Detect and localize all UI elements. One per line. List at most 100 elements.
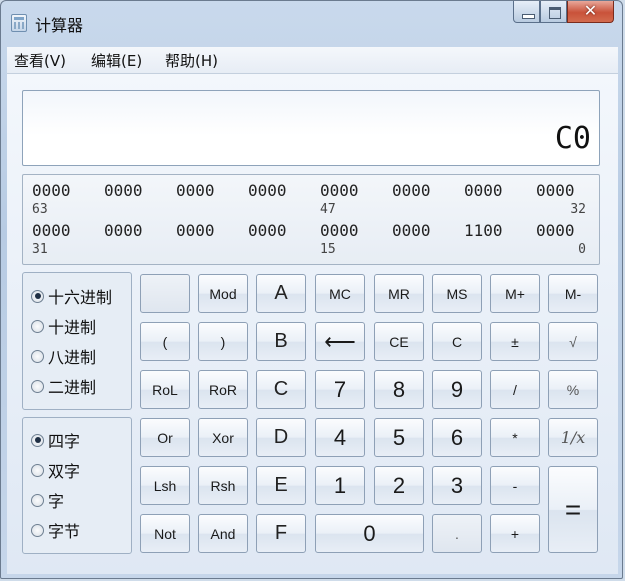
close-button[interactable]: ✕ <box>567 1 614 23</box>
or-button[interactable]: Or <box>140 418 190 457</box>
radio-oct[interactable]: 八进制 <box>31 344 96 368</box>
window-title: 计算器 <box>35 16 84 35</box>
add-button[interactable]: + <box>490 514 540 553</box>
bit-index: 0 <box>578 242 586 257</box>
radio-button[interactable] <box>31 319 44 333</box>
bit-nibble: 0000 <box>248 221 287 240</box>
minimize-icon <box>522 14 535 19</box>
close-icon: ✕ <box>583 1 598 20</box>
radio-hex[interactable]: 十六进制 <box>31 284 112 308</box>
backspace-button[interactable]: ⟵ <box>315 322 365 361</box>
radio-dword[interactable]: 双字 <box>31 458 80 482</box>
clear-button[interactable]: C <box>432 322 482 361</box>
equals-button[interactable]: = <box>548 466 598 553</box>
radio-label: 十进制 <box>48 318 97 337</box>
mod-button[interactable]: Mod <box>198 274 248 313</box>
radio-label: 四字 <box>48 432 81 451</box>
radio-button[interactable] <box>31 379 44 393</box>
digit-1-button[interactable]: 1 <box>315 466 365 505</box>
memory-store-button[interactable]: MS <box>432 274 482 313</box>
menu-bar: 查看(V) 编辑(E) 帮助(H) <box>7 47 618 74</box>
bit-nibble: 0000 <box>536 181 575 200</box>
right-paren-button[interactable]: ) <box>198 322 248 361</box>
radio-label: 十六进制 <box>48 288 113 307</box>
calculator-window: 计算器 ✕ 查看(V) 编辑(E) 帮助(H) C0 0000 0000 000… <box>0 0 623 579</box>
memory-recall-button[interactable]: MR <box>374 274 424 313</box>
radio-button[interactable] <box>31 493 44 507</box>
not-button[interactable]: Not <box>140 514 190 553</box>
menu-help[interactable]: 帮助(H) <box>165 50 218 71</box>
digit-8-button[interactable]: 8 <box>374 370 424 409</box>
hex-d-button[interactable]: D <box>256 418 306 457</box>
percent-button[interactable]: % <box>548 370 598 409</box>
radio-label: 字 <box>48 492 65 511</box>
menu-view[interactable]: 查看(V) <box>14 50 66 71</box>
right-shift-button[interactable]: Rsh <box>198 466 248 505</box>
bit-nibble: 0000 <box>392 221 431 240</box>
radio-word[interactable]: 字 <box>31 488 64 512</box>
decimal-button[interactable]: . <box>432 514 482 553</box>
radio-label: 双字 <box>48 462 81 481</box>
calculator-body: C0 0000 0000 0000 0000 0000 0000 0000 00… <box>7 74 618 574</box>
maximize-button[interactable] <box>540 1 567 23</box>
reciprocal-button[interactable]: 1/x <box>548 418 598 457</box>
bit-nibble: 0000 <box>176 221 215 240</box>
rotate-left-button[interactable]: RoL <box>140 370 190 409</box>
bit-nibble: 0000 <box>464 181 503 200</box>
subtract-button[interactable]: - <box>490 466 540 505</box>
radio-button[interactable] <box>31 349 44 363</box>
and-button[interactable]: And <box>198 514 248 553</box>
word-size-group: 四字 双字 字 字节 <box>22 417 132 554</box>
radio-button[interactable] <box>31 433 44 447</box>
radio-byte[interactable]: 字节 <box>31 518 80 542</box>
radio-dec[interactable]: 十进制 <box>31 314 96 338</box>
radio-button[interactable] <box>31 523 44 537</box>
digit-6-button[interactable]: 6 <box>432 418 482 457</box>
digit-0-button[interactable]: 0 <box>315 514 424 553</box>
bit-nibble: 0000 <box>104 221 143 240</box>
memory-clear-button[interactable]: MC <box>315 274 365 313</box>
radio-qword[interactable]: 四字 <box>31 428 80 452</box>
minimize-button[interactable] <box>513 1 540 23</box>
base-mode-group: 十六进制 十进制 八进制 二进制 <box>22 272 132 410</box>
clear-entry-button[interactable]: CE <box>374 322 424 361</box>
calculator-icon <box>11 14 27 32</box>
radio-bin[interactable]: 二进制 <box>31 374 96 398</box>
bit-nibble: 0000 <box>32 181 71 200</box>
sqrt-button[interactable]: √ <box>548 322 598 361</box>
digit-7-button[interactable]: 7 <box>315 370 365 409</box>
multiply-button[interactable]: * <box>490 418 540 457</box>
xor-button[interactable]: Xor <box>198 418 248 457</box>
bit-nibble: 0000 <box>536 221 575 240</box>
digit-4-button[interactable]: 4 <box>315 418 365 457</box>
digit-9-button[interactable]: 9 <box>432 370 482 409</box>
digit-5-button[interactable]: 5 <box>374 418 424 457</box>
memory-subtract-button[interactable]: M- <box>548 274 598 313</box>
menu-edit[interactable]: 编辑(E) <box>91 50 142 71</box>
bit-nibble: 0000 <box>104 181 143 200</box>
left-paren-button[interactable]: ( <box>140 322 190 361</box>
hex-f-button[interactable]: F <box>256 514 306 553</box>
radio-label: 二进制 <box>48 378 97 397</box>
radio-button[interactable] <box>31 463 44 477</box>
left-shift-button[interactable]: Lsh <box>140 466 190 505</box>
window-controls: ✕ <box>513 1 614 27</box>
hex-c-button[interactable]: C <box>256 370 306 409</box>
hex-a-button[interactable]: A <box>256 274 306 313</box>
radio-button[interactable] <box>31 289 44 303</box>
digit-2-button[interactable]: 2 <box>374 466 424 505</box>
divide-button[interactable]: / <box>490 370 540 409</box>
bit-nibble: 0000 <box>176 181 215 200</box>
hex-e-button[interactable]: E <box>256 466 306 505</box>
blank-key[interactable] <box>140 274 190 313</box>
memory-add-button[interactable]: M+ <box>490 274 540 313</box>
negate-button[interactable]: ± <box>490 322 540 361</box>
bit-index: 63 <box>32 202 48 217</box>
hex-b-button[interactable]: B <box>256 322 306 361</box>
result-display: C0 <box>22 90 600 166</box>
bit-nibble: 0000 <box>32 221 71 240</box>
digit-3-button[interactable]: 3 <box>432 466 482 505</box>
title-bar[interactable]: 计算器 ✕ <box>1 1 622 41</box>
bit-nibble: 0000 <box>392 181 431 200</box>
rotate-right-button[interactable]: RoR <box>198 370 248 409</box>
